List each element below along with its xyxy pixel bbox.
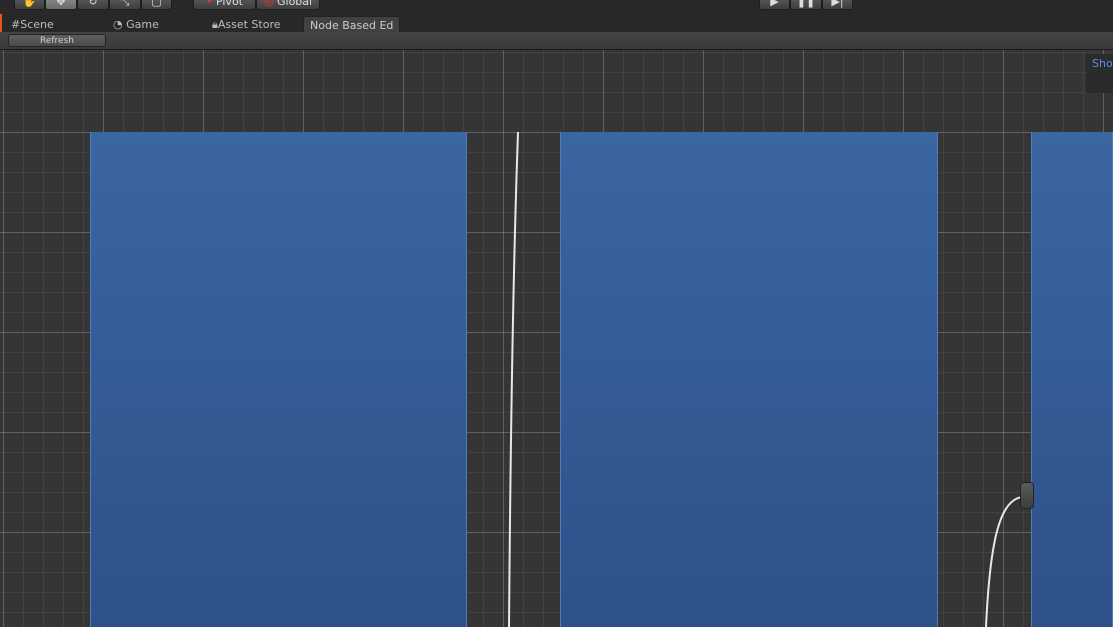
connection-curve (985, 496, 1025, 627)
show-panel[interactable]: Sho (1086, 54, 1113, 93)
node-connection-knob[interactable] (1020, 482, 1034, 509)
show-label: Sho (1092, 57, 1113, 70)
connection-curve (508, 131, 519, 627)
connection-curves (508, 131, 1025, 627)
